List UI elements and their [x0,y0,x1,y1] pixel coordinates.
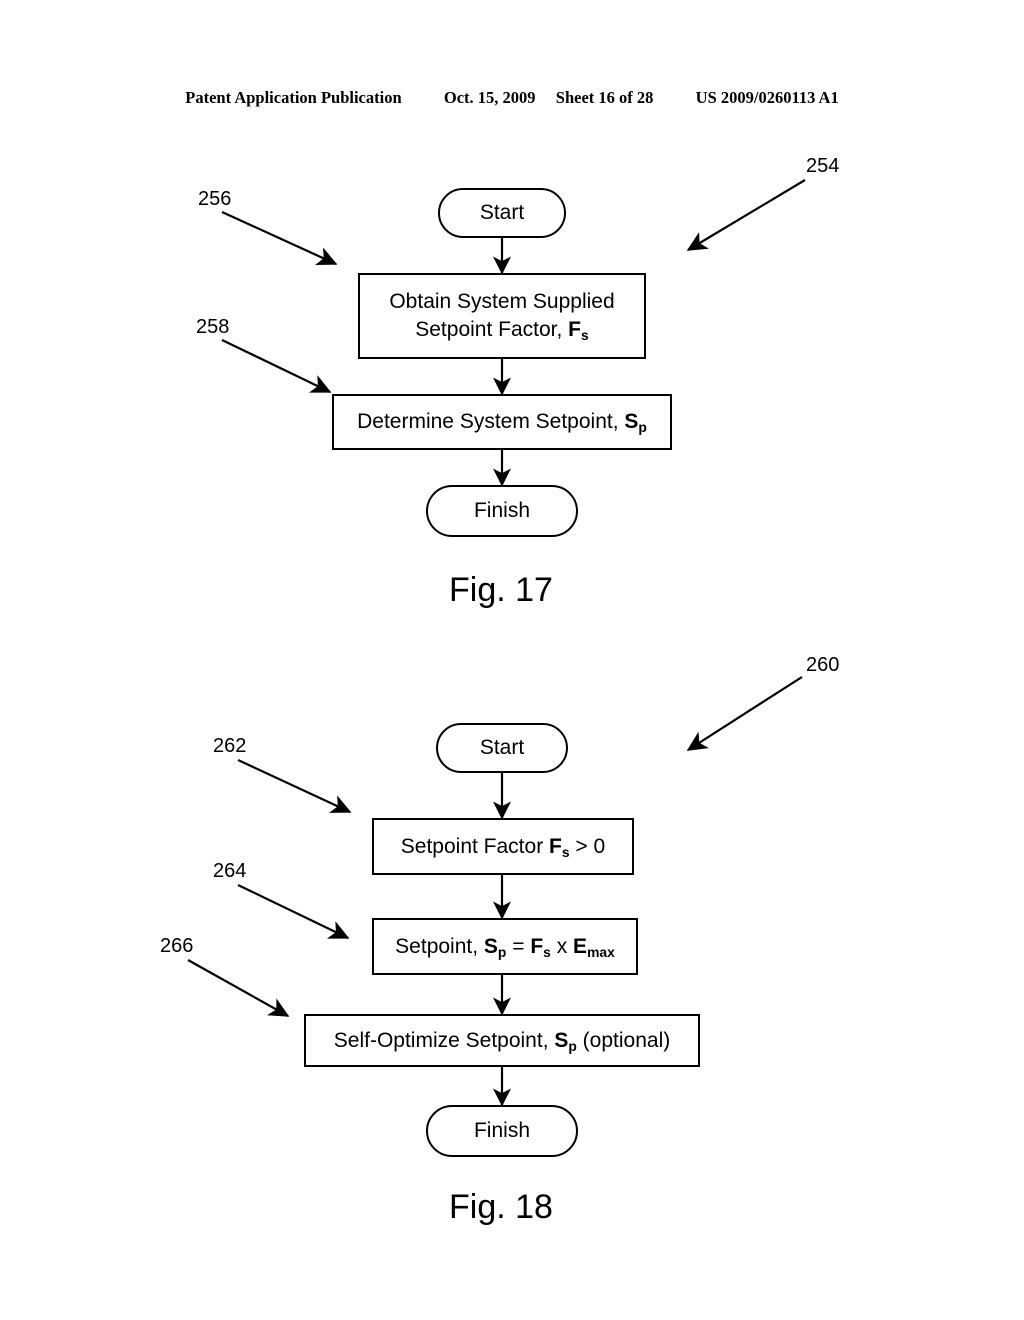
figure-18-caption: Fig. 18 [449,1188,553,1226]
node-obtain-setpoint-factor-label: Obtain System Supplied Setpoint Factor, … [379,288,624,343]
factor-subscript-s: s [561,843,570,860]
header-sheet: Sheet 16 of 28 [555,88,654,107]
equation-symbol-E: E [573,934,588,958]
header-publication-number: US 2009/0260113 A1 [695,88,839,107]
figure-17-caption: Fig. 17 [449,571,553,609]
equation-text: Setpoint, [395,934,484,958]
optimize-text: Self-Optimize Setpoint, [333,1028,555,1052]
node-setpoint-equation-label: Setpoint, Sp = Fs x Emax [385,933,625,961]
determine-subscript-p: p [638,419,647,436]
equation-symbol-S: S [483,934,498,958]
node-setpoint-equation[interactable]: Setpoint, Sp = Fs x Emax [372,918,638,975]
figure-18: Start Setpoint Factor Fs > 0 Setpoint, S… [0,640,1024,1280]
equation-equals: = [506,934,531,958]
leader-line-254 [686,179,806,251]
obtain-symbol-F: F [568,318,581,341]
reference-numeral-256: 256 [198,188,232,210]
leader-line-256 [221,210,338,266]
node-start[interactable]: Start [436,723,568,773]
node-finish-label: Finish [473,499,531,523]
optimize-subscript-p: p [568,1037,577,1054]
obtain-line-1: Obtain System Supplied [389,290,615,314]
node-start-label: Start [479,736,525,760]
reference-numeral-260: 260 [806,654,840,676]
leader-line-266 [187,959,290,1017]
leader-line-264 [237,884,350,939]
optimize-symbol-S: S [554,1028,569,1052]
reference-numeral-258: 258 [196,316,230,338]
node-finish[interactable]: Finish [426,1105,578,1157]
header-date: Oct. 15, 2009 [443,88,536,107]
node-start-label: Start [479,201,525,225]
node-finish-label: Finish [473,1119,531,1143]
reference-numeral-254: 254 [806,155,840,177]
leader-line-260 [686,676,803,751]
obtain-subscript-s: s [581,326,589,343]
factor-text: Setpoint Factor [400,834,550,858]
node-start[interactable]: Start [438,188,566,238]
node-self-optimize-setpoint[interactable]: Self-Optimize Setpoint, Sp (optional) [304,1014,700,1067]
node-determine-system-setpoint-label: Determine System Setpoint, Sp [347,408,657,436]
node-finish[interactable]: Finish [426,485,578,537]
equation-subscript-s: s [543,943,551,960]
node-setpoint-factor-condition[interactable]: Setpoint Factor Fs > 0 [372,818,634,875]
leader-line-262 [237,759,352,813]
determine-text: Determine System Setpoint, [357,410,625,434]
node-setpoint-factor-condition-label: Setpoint Factor Fs > 0 [391,833,615,861]
node-self-optimize-setpoint-label: Self-Optimize Setpoint, Sp (optional) [324,1027,680,1055]
page-header: Patent Application Publication Oct. 15, … [0,88,1024,108]
factor-symbol-F: F [549,834,562,858]
determine-symbol-S: S [624,410,639,434]
node-obtain-setpoint-factor[interactable]: Obtain System Supplied Setpoint Factor, … [358,273,646,359]
leader-line-258 [221,339,332,393]
factor-comparison: > 0 [569,834,606,858]
header-publication: Patent Application Publication [185,88,402,107]
reference-numeral-264: 264 [213,860,247,882]
equation-times: x [550,934,574,958]
figure-17: Start Obtain System Supplied Setpoint Fa… [0,140,1024,640]
optimize-optional: (optional) [576,1028,671,1052]
reference-numeral-262: 262 [213,735,247,757]
reference-numeral-266: 266 [160,935,194,957]
equation-subscript-max: max [587,943,615,960]
obtain-line-2-text: Setpoint Factor, [415,318,569,341]
node-determine-system-setpoint[interactable]: Determine System Setpoint, Sp [332,394,672,450]
equation-symbol-F: F [530,934,544,958]
